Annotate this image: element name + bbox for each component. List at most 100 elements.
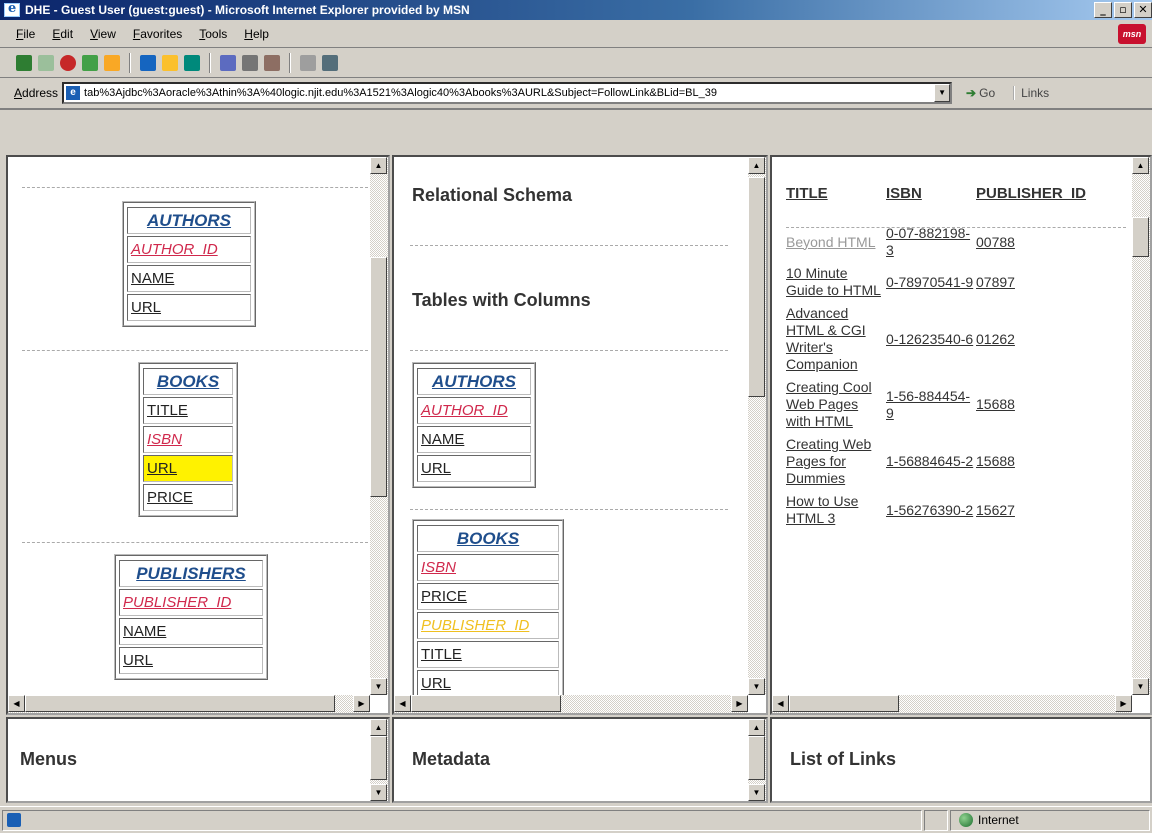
column-name[interactable]: NAME bbox=[119, 618, 263, 645]
scroll-up-icon[interactable]: ▲ bbox=[370, 157, 387, 174]
menus-vertical-scrollbar[interactable]: ▲ ▼ bbox=[370, 719, 388, 801]
mail-icon[interactable] bbox=[220, 54, 236, 71]
book-publisher-link[interactable]: 15627 bbox=[976, 490, 1102, 530]
column-isbn[interactable]: ISBN bbox=[417, 554, 559, 581]
book-isbn-link[interactable]: 1-56276390-2 bbox=[886, 490, 976, 530]
book-publisher-link[interactable]: 07897 bbox=[976, 262, 1102, 302]
column-url[interactable]: URL bbox=[127, 294, 251, 321]
scroll-down-icon[interactable]: ▼ bbox=[370, 678, 387, 695]
scroll-thumb[interactable] bbox=[1132, 217, 1149, 257]
entity-authors[interactable]: AUTHORS AUTHOR_ID NAME URL bbox=[412, 362, 536, 488]
menu-view[interactable]: View bbox=[90, 27, 116, 41]
scroll-down-icon[interactable]: ▼ bbox=[748, 678, 765, 695]
column-header-publisher-id[interactable]: PUBLISHER_ID bbox=[976, 185, 1102, 222]
middle-horizontal-scrollbar[interactable]: ◀ ▶ bbox=[394, 695, 748, 713]
scroll-down-icon[interactable]: ▼ bbox=[1132, 678, 1149, 695]
scroll-left-icon[interactable]: ◀ bbox=[772, 695, 789, 712]
scroll-up-icon[interactable]: ▲ bbox=[370, 719, 387, 736]
scroll-right-icon[interactable]: ▶ bbox=[353, 695, 370, 712]
entity-title[interactable]: AUTHORS bbox=[417, 368, 531, 395]
back-icon[interactable] bbox=[16, 54, 32, 71]
scroll-left-icon[interactable]: ◀ bbox=[394, 695, 411, 712]
book-isbn-link[interactable]: 1-56884645-2 bbox=[886, 433, 976, 490]
history-icon[interactable] bbox=[184, 54, 200, 71]
book-isbn-link[interactable]: 0-78970541-9 bbox=[886, 262, 976, 302]
favorites-icon[interactable] bbox=[162, 54, 178, 71]
book-publisher-link[interactable]: 00788 bbox=[976, 222, 1102, 262]
home-icon[interactable] bbox=[104, 54, 120, 71]
menu-help[interactable]: Help bbox=[244, 27, 269, 41]
column-publisher-id[interactable]: PUBLISHER_ID bbox=[417, 612, 559, 639]
print-icon[interactable] bbox=[242, 54, 258, 71]
scroll-thumb[interactable] bbox=[411, 695, 561, 712]
column-header-isbn[interactable]: ISBN bbox=[886, 185, 976, 222]
book-isbn-link[interactable]: 0-07-882198-3 bbox=[886, 222, 976, 262]
entity-books[interactable]: BOOKS ISBN PRICE PUBLISHER_ID TITLE URL bbox=[412, 519, 564, 703]
left-horizontal-scrollbar[interactable]: ◀ ▶ bbox=[8, 695, 370, 713]
entity-title[interactable]: AUTHORS bbox=[127, 207, 251, 234]
column-header-title[interactable]: TITLE bbox=[786, 185, 886, 222]
middle-vertical-scrollbar[interactable]: ▲ ▼ bbox=[748, 157, 766, 695]
scroll-up-icon[interactable]: ▲ bbox=[748, 157, 765, 174]
book-title-link[interactable]: Creating Cool Web Pages with HTML bbox=[786, 376, 886, 433]
menu-file[interactable]: File bbox=[16, 27, 35, 41]
book-isbn-link[interactable]: 0-12623540-6 bbox=[886, 302, 976, 376]
discuss-icon[interactable] bbox=[300, 54, 316, 71]
book-publisher-link[interactable]: 15688 bbox=[976, 433, 1102, 490]
edit-icon[interactable] bbox=[264, 54, 280, 71]
column-url[interactable]: URL bbox=[417, 455, 531, 482]
scroll-thumb[interactable] bbox=[748, 736, 765, 780]
column-name[interactable]: NAME bbox=[417, 426, 531, 453]
column-price[interactable]: PRICE bbox=[417, 583, 559, 610]
scroll-thumb[interactable] bbox=[789, 695, 899, 712]
column-url-selected[interactable]: URL bbox=[143, 455, 233, 482]
column-author-id[interactable]: AUTHOR_ID bbox=[127, 236, 251, 263]
book-title-link[interactable]: Advanced HTML & CGI Writer's Companion bbox=[786, 302, 886, 376]
entity-title[interactable]: PUBLISHERS bbox=[119, 560, 263, 587]
scroll-up-icon[interactable]: ▲ bbox=[748, 719, 765, 736]
scroll-thumb[interactable] bbox=[370, 257, 387, 497]
left-vertical-scrollbar[interactable]: ▲ ▼ bbox=[370, 157, 388, 695]
address-input[interactable]: e tab%3Ajdbc%3Aoracle%3Athin%3A%40logic.… bbox=[62, 82, 953, 104]
close-button[interactable]: ✕ bbox=[1134, 2, 1152, 18]
entity-authors[interactable]: AUTHORS AUTHOR_ID NAME URL bbox=[122, 201, 256, 327]
right-horizontal-scrollbar[interactable]: ◀ ▶ bbox=[772, 695, 1132, 713]
column-name[interactable]: NAME bbox=[127, 265, 251, 292]
scroll-thumb[interactable] bbox=[748, 177, 765, 397]
address-url[interactable]: tab%3Ajdbc%3Aoracle%3Athin%3A%40logic.nj… bbox=[84, 87, 934, 99]
entity-publishers[interactable]: PUBLISHERS PUBLISHER_ID NAME URL bbox=[114, 554, 268, 680]
scroll-thumb[interactable] bbox=[25, 695, 335, 712]
column-publisher-id[interactable]: PUBLISHER_ID bbox=[119, 589, 263, 616]
book-title-link[interactable]: How to Use HTML 3 bbox=[786, 490, 886, 530]
entity-books[interactable]: BOOKS TITLE ISBN URL PRICE bbox=[138, 362, 238, 517]
book-title-link[interactable]: 10 Minute Guide to HTML bbox=[786, 262, 886, 302]
go-button[interactable]: ➔ Go bbox=[966, 86, 995, 100]
links-button[interactable]: Links bbox=[1013, 86, 1049, 100]
book-title-link[interactable]: Creating Web Pages for Dummies bbox=[786, 433, 886, 490]
refresh-icon[interactable] bbox=[82, 54, 98, 71]
entity-title[interactable]: BOOKS bbox=[143, 368, 233, 395]
column-price[interactable]: PRICE bbox=[143, 484, 233, 511]
column-url[interactable]: URL bbox=[119, 647, 263, 674]
search-icon[interactable] bbox=[140, 54, 156, 71]
minimize-button[interactable]: _ bbox=[1094, 2, 1112, 18]
book-isbn-link[interactable]: 1-56-884454-9 bbox=[886, 376, 976, 433]
scroll-left-icon[interactable]: ◀ bbox=[8, 695, 25, 712]
messenger-icon[interactable] bbox=[322, 54, 338, 71]
menu-tools[interactable]: Tools bbox=[199, 27, 227, 41]
scroll-down-icon[interactable]: ▼ bbox=[370, 784, 387, 801]
book-publisher-link[interactable]: 15688 bbox=[976, 376, 1102, 433]
book-publisher-link[interactable]: 01262 bbox=[976, 302, 1102, 376]
scroll-right-icon[interactable]: ▶ bbox=[1115, 695, 1132, 712]
column-title[interactable]: TITLE bbox=[143, 397, 233, 424]
metadata-vertical-scrollbar[interactable]: ▲ ▼ bbox=[748, 719, 766, 801]
address-dropdown-icon[interactable]: ▼ bbox=[934, 84, 951, 102]
menu-edit[interactable]: Edit bbox=[52, 27, 73, 41]
column-author-id[interactable]: AUTHOR_ID bbox=[417, 397, 531, 424]
column-isbn[interactable]: ISBN bbox=[143, 426, 233, 453]
column-title[interactable]: TITLE bbox=[417, 641, 559, 668]
scroll-down-icon[interactable]: ▼ bbox=[748, 784, 765, 801]
menu-favorites[interactable]: Favorites bbox=[133, 27, 182, 41]
book-title-link[interactable]: Beyond HTML bbox=[786, 222, 886, 262]
stop-icon[interactable] bbox=[60, 54, 76, 71]
